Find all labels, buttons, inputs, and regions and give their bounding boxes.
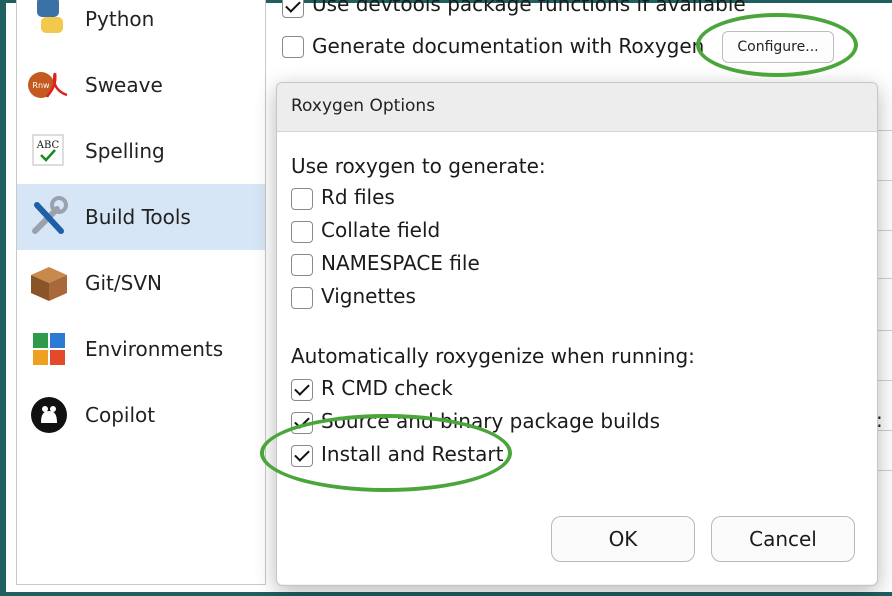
spelling-icon: ABC [27,129,71,173]
collate-field-label: Collate field [321,218,441,242]
sidebar-item-git-svn[interactable]: Git/SVN [17,250,265,316]
copilot-icon [27,393,71,437]
install-restart-highlight-ellipse [260,414,512,492]
sidebar-item-label: Spelling [85,139,165,163]
sidebar-item-copilot[interactable]: Copilot [17,382,265,448]
roxygen-checkbox[interactable] [282,36,304,58]
configure-highlight-ellipse [696,13,858,77]
sidebar-item-build-tools[interactable]: Build Tools [17,184,265,250]
vignettes-checkbox[interactable] [291,287,313,309]
dialog-body: Use roxygen to generate: Rd files Collat… [277,132,877,584]
sidebar-item-spelling[interactable]: ABC Spelling [17,118,265,184]
background-text-fragment: : [876,408,883,432]
vignettes-label: Vignettes [321,284,416,308]
git-svn-icon [27,261,71,305]
r-cmd-check-checkbox[interactable] [291,379,313,401]
sidebar-item-sweave[interactable]: Rnw Sweave [17,52,265,118]
cancel-button[interactable]: Cancel [711,516,855,562]
sidebar-item-label: Build Tools [85,205,191,229]
devtools-label: Use devtools package functions if availa… [312,0,746,16]
roxygen-options-dialog: Roxygen Options Use roxygen to generate:… [276,82,878,586]
auto-heading: Automatically roxygenize when running: [291,344,695,368]
sidebar-item-label: Environments [85,337,224,361]
sidebar-item-label: Python [85,7,155,31]
roxygen-label: Generate documentation with Roxygen [312,34,705,58]
python-icon [27,0,71,41]
dialog-titlebar: Roxygen Options [277,83,877,132]
collate-field-checkbox[interactable] [291,221,313,243]
namespace-file-checkbox[interactable] [291,254,313,276]
sweave-icon-text: Rnw [32,81,50,90]
background-divider [878,470,892,471]
environments-icon [27,327,71,371]
devtools-checkbox[interactable] [282,0,304,18]
background-divider [878,278,892,279]
spelling-icon-text: ABC [36,140,60,151]
build-tools-icon [27,195,71,239]
sidebar-item-environments[interactable]: Environments [17,316,265,382]
background-divider [878,130,892,131]
ok-button[interactable]: OK [551,516,695,562]
sidebar-item-label: Git/SVN [85,271,162,295]
background-divider [878,380,892,381]
r-cmd-check-label: R CMD check [321,376,453,400]
background-divider [878,330,892,331]
sidebar-item-label: Copilot [85,403,156,427]
sweave-icon: Rnw [27,63,71,107]
background-divider [878,230,892,231]
namespace-file-label: NAMESPACE file [321,251,480,275]
generate-heading: Use roxygen to generate: [291,154,546,178]
rd-files-label: Rd files [321,185,395,209]
sidebar-item-label: Sweave [85,73,163,97]
rd-files-checkbox[interactable] [291,188,313,210]
preferences-sidebar: Python Rnw Sweave ABC Spelling Build Too… [16,0,266,585]
sidebar-item-python[interactable]: Python [17,0,265,52]
dialog-title: Roxygen Options [291,96,436,116]
background-divider [878,180,892,181]
